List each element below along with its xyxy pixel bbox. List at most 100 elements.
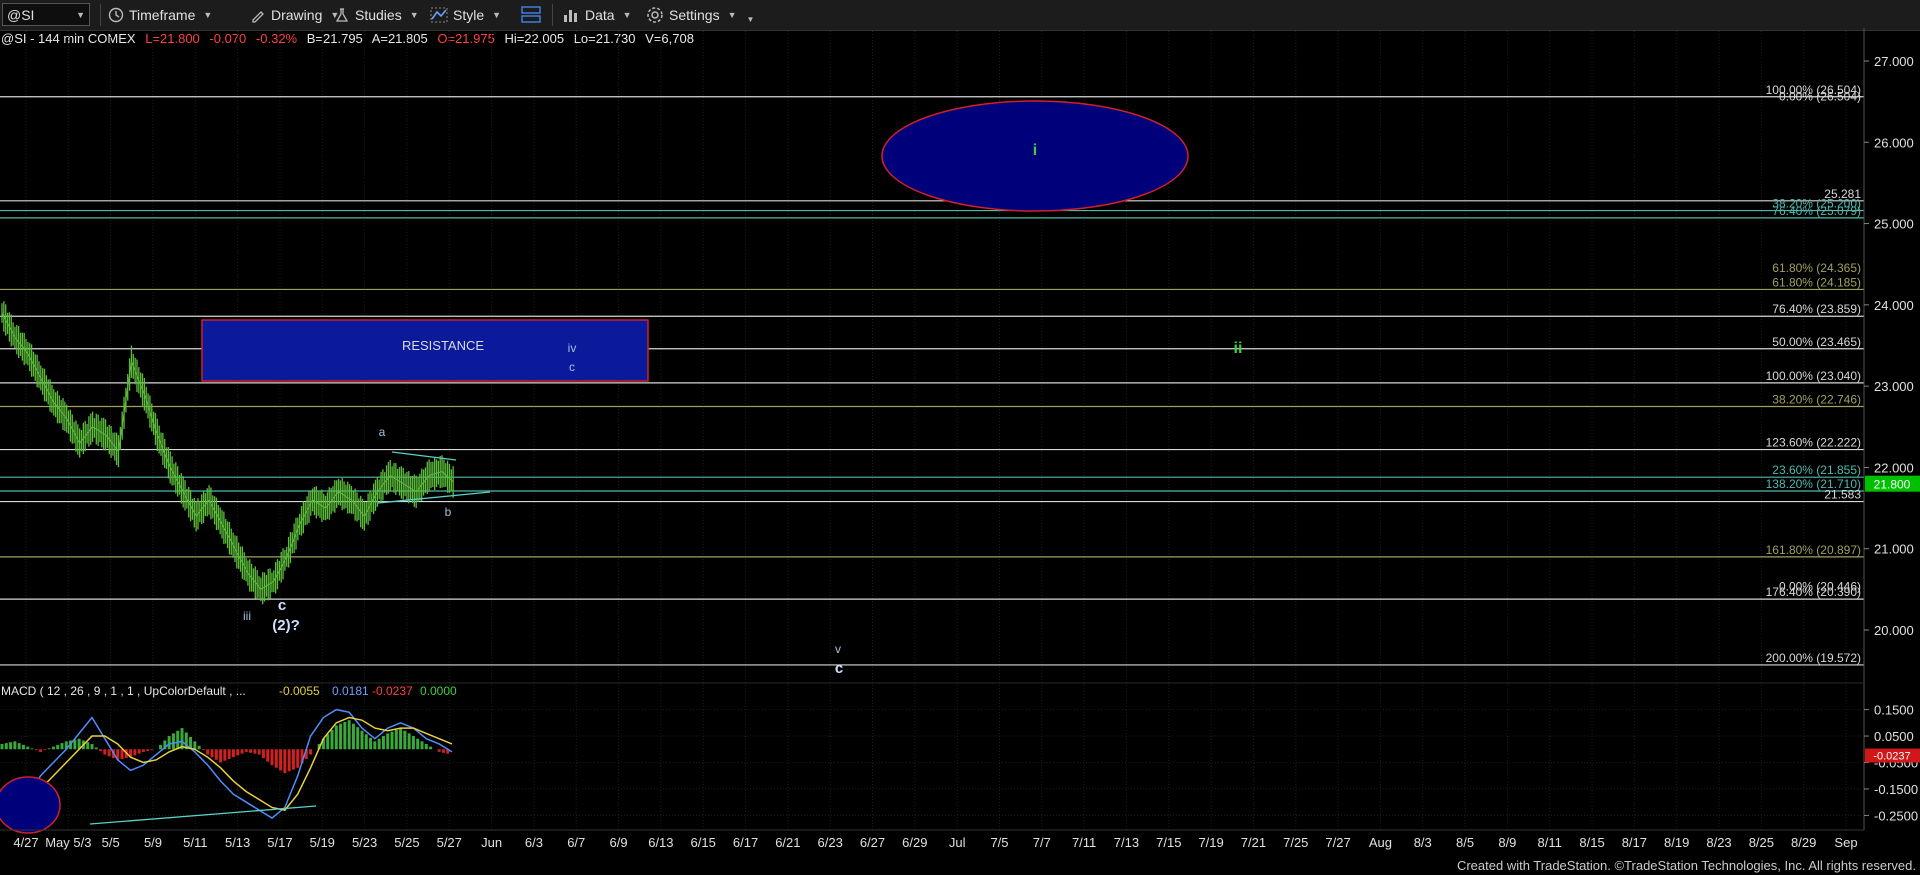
price-tick-label: 24.000 [1874, 298, 1914, 313]
time-tick-label: 7/25 [1283, 835, 1308, 850]
price-axis[interactable]: 27.000 26.000 25.000 24.000 23.000 22.000 21.0… [1864, 54, 1914, 638]
time-tick-label: 6/21 [775, 835, 800, 850]
price-tick-label: 26.000 [1874, 135, 1914, 150]
time-tick-label: 5/5 [102, 835, 120, 850]
time-tick-label: 5/13 [225, 835, 250, 850]
footer-copyright: Created with TradeStation. ©TradeStation… [1456, 858, 1916, 873]
wave-2-label: (2)? [272, 617, 300, 634]
macd-tick-label: -0.1500 [1874, 782, 1918, 797]
macd-value-4: 0.0000 [420, 684, 457, 698]
time-tick-label: 8/9 [1498, 835, 1516, 850]
time-tick-label: 7/27 [1325, 835, 1350, 850]
wave-a-label: a [379, 425, 386, 439]
macd-axis[interactable]: 0.15000.0500-0.0500-0.1500-0.2500 [1864, 703, 1918, 824]
macd-last-value: -0.0237 [1873, 751, 1910, 763]
wave-iii-label: iii [243, 609, 251, 623]
wave-ii-label: ii [1234, 340, 1243, 357]
time-tick-label: 5/27 [437, 835, 462, 850]
time-tick-label: 7/15 [1156, 835, 1181, 850]
fib-level-label: 61.80% (24.185) [1772, 275, 1861, 289]
wave-v-label: v [835, 642, 841, 656]
fib-level-label: 0.00% (26.504) [1779, 89, 1861, 103]
macd-tick-label: 0.1500 [1874, 703, 1914, 718]
fib-level-label: 76.40% (25.079) [1772, 204, 1861, 218]
fib-level-label: 100.00% (23.040) [1766, 369, 1861, 383]
time-tick-label: 5/11 [183, 835, 207, 850]
time-tick-label: 7/13 [1114, 835, 1139, 850]
macd-zone-ellipse[interactable] [0, 776, 61, 834]
macd-value-1: -0.0055 [279, 684, 320, 698]
price-tick-label: 22.000 [1874, 460, 1914, 475]
time-axis[interactable]: 4/27 May 5/3 5/5 5/9 5/11 5/13 5/17 5/19 5/23 5/2… [13, 835, 1857, 850]
time-tick-label: 8/23 [1706, 835, 1731, 850]
time-tick-label: 8/5 [1456, 835, 1474, 850]
macd-tick-label: 0.0500 [1874, 729, 1914, 744]
time-tick-label: 6/13 [648, 835, 673, 850]
time-tick-label: 8/19 [1664, 835, 1689, 850]
time-tick-label: Jul [949, 835, 966, 850]
wave-c-upper-label: c [569, 360, 575, 374]
wave-b-label: b [445, 505, 452, 519]
time-tick-label: 6/29 [902, 835, 927, 850]
time-tick-label: 7/21 [1241, 835, 1266, 850]
price-tick-label: 23.000 [1874, 379, 1914, 394]
fib-level-label: 21.583 [1824, 488, 1861, 502]
time-tick-label: 5/19 [310, 835, 335, 850]
fib-level-label: 76.40% (23.859) [1772, 302, 1861, 316]
wave-c-target-label: c [835, 660, 843, 677]
time-tick-label: 6/15 [691, 835, 716, 850]
macd-line [1, 708, 453, 819]
wave-iv-label: iv [568, 341, 577, 355]
time-tick-label: 8/11 [1538, 835, 1562, 850]
wave-i-label: i [1033, 142, 1037, 159]
fib-level-label: 38.20% (22.746) [1772, 392, 1861, 406]
time-tick-label: May 5/3 [45, 835, 91, 850]
time-tick-label: 6/17 [733, 835, 758, 850]
time-tick-label: Sep [1834, 835, 1857, 850]
time-tick-label: 8/25 [1749, 835, 1774, 850]
fib-level-label: 161.80% (20.897) [1766, 543, 1861, 557]
time-tick-label: 6/23 [818, 835, 843, 850]
fib-level-label: 23.60% (21.855) [1772, 463, 1861, 477]
price-tick-label: 25.000 [1874, 217, 1914, 232]
triangle-upper-trendline[interactable] [391, 451, 457, 461]
time-tick-label: 6/27 [860, 835, 885, 850]
fibonacci-labels: 100.00% (26.504)0.00% (26.504)25.28138.2… [1766, 83, 1862, 665]
time-tick-label: 7/19 [1198, 835, 1223, 850]
time-tick-label: 5/17 [267, 835, 292, 850]
time-tick-label: 8/15 [1579, 835, 1604, 850]
time-tick-label: 5/25 [394, 835, 419, 850]
price-tick-label: 21.000 [1874, 542, 1914, 557]
macd-last-tag: -0.0237 [1865, 748, 1920, 763]
last-price-value: 21.800 [1874, 478, 1911, 492]
time-tick-label: Aug [1369, 835, 1392, 850]
fib-level-label: 61.80% (24.365) [1772, 261, 1861, 275]
time-tick-label: 7/5 [990, 835, 1008, 850]
time-tick-label: 7/7 [1033, 835, 1051, 850]
wave-c-low-label: c [278, 597, 286, 614]
fib-level-label: 200.00% (19.572) [1766, 651, 1861, 665]
macd-value-2: 0.0181 [332, 684, 369, 698]
resistance-label: RESISTANCE [402, 338, 484, 353]
price-chart[interactable]: i RESISTANCE 100.00% (26.504)0.00% (26.5… [0, 0, 1920, 875]
macd-title: MACD ( 12 , 26 , 9 , 1 , 1 , UpColorDefa… [1, 684, 246, 698]
time-tick-label: 7/11 [1072, 835, 1096, 850]
time-tick-label: 8/3 [1414, 835, 1432, 850]
price-tick-label: 20.000 [1874, 623, 1914, 638]
time-tick-label: 5/9 [144, 835, 162, 850]
fib-level-label: 176.40% (20.390) [1766, 585, 1861, 599]
time-tick-label: Jun [481, 835, 502, 850]
time-tick-label: 5/23 [352, 835, 377, 850]
time-tick-label: 6/9 [610, 835, 628, 850]
time-tick-label: 4/27 [13, 835, 38, 850]
last-price-tag: 21.800 [1865, 475, 1920, 492]
time-tick-label: 8/29 [1791, 835, 1816, 850]
price-tick-label: 27.000 [1874, 54, 1914, 69]
macd-value-3: -0.0237 [372, 684, 413, 698]
time-tick-label: 6/7 [567, 835, 585, 850]
fib-level-label: 50.00% (23.465) [1772, 335, 1861, 349]
time-tick-label: 6/3 [525, 835, 543, 850]
time-tick-label: 8/17 [1622, 835, 1647, 850]
fib-level-label: 123.60% (22.222) [1766, 436, 1861, 450]
macd-tick-label: -0.2500 [1874, 808, 1918, 823]
